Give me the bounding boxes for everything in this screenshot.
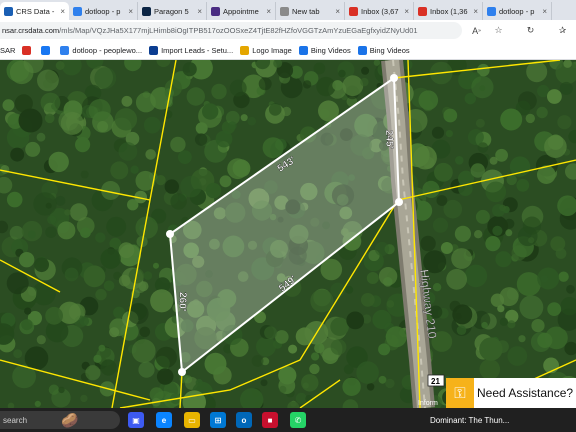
tab-label: dotloop - p bbox=[499, 6, 535, 16]
bing-icon bbox=[298, 45, 308, 55]
favorite-star-icon[interactable]: ☆ bbox=[492, 24, 505, 37]
tab-3[interactable]: Appointme × bbox=[207, 2, 276, 20]
favorites-icon[interactable]: ✰ bbox=[556, 24, 569, 37]
bookmark-4[interactable]: Import Leads - Setu... bbox=[149, 45, 234, 55]
bookmark-1[interactable] bbox=[22, 45, 34, 55]
url-path: /mls/Map/VQzJHa5X177mjLHimb8iOgITPB517oz… bbox=[59, 26, 418, 35]
bookmark-2[interactable] bbox=[41, 45, 53, 55]
url-host: nsar.crsdata.com bbox=[2, 26, 60, 35]
close-icon[interactable]: × bbox=[404, 7, 409, 16]
read-aloud-icon[interactable]: A» bbox=[470, 24, 483, 37]
tab-1[interactable]: dotloop - p × bbox=[69, 2, 138, 20]
dotloop-icon bbox=[487, 6, 496, 16]
bookmark-label: Bing Videos bbox=[310, 45, 351, 55]
tab-0[interactable]: CRS Data - × bbox=[0, 2, 69, 20]
gmail-icon bbox=[349, 6, 358, 16]
whatsapp-icon[interactable]: ✆ bbox=[290, 412, 306, 428]
url-field[interactable]: nsar.crsdata.com/mls/Map/VQzJHa5X177mjLH… bbox=[0, 22, 462, 39]
bookmark-7[interactable]: Bing Videos bbox=[357, 45, 410, 55]
bookmark-0[interactable]: SAR bbox=[0, 46, 15, 55]
newtab-icon bbox=[280, 6, 289, 16]
need-assistance-button[interactable]: ⚿ Need Assistance? bbox=[446, 378, 576, 408]
weather-widget-icon[interactable]: 🥔 bbox=[52, 412, 88, 428]
dimension-label-left: 260' bbox=[176, 292, 188, 311]
tab-2[interactable]: Paragon 5 × bbox=[138, 2, 207, 20]
close-icon[interactable]: × bbox=[542, 7, 547, 16]
gmail-icon bbox=[418, 6, 427, 16]
facebook-icon bbox=[41, 45, 51, 55]
edge-icon[interactable]: e bbox=[156, 412, 172, 428]
parcel-vertex[interactable] bbox=[178, 368, 186, 376]
bookmark-label: Logo Image bbox=[252, 45, 292, 55]
bookmark-label: Import Leads - Setu... bbox=[161, 45, 234, 55]
refresh-icon[interactable]: ↻ bbox=[524, 24, 537, 37]
route-shield: 21 bbox=[427, 374, 445, 387]
parcel-vertex[interactable] bbox=[166, 230, 174, 238]
tab-6[interactable]: Inbox (1,36 × bbox=[414, 2, 483, 20]
tab-label: Appointme bbox=[223, 6, 259, 16]
dotloop-icon bbox=[60, 45, 70, 55]
satellite-map[interactable]: 543' 245' 549' 260' Highway 210 21 Infor… bbox=[0, 60, 576, 408]
svg-text:21: 21 bbox=[431, 377, 440, 386]
close-icon[interactable]: × bbox=[128, 7, 133, 16]
bookmarks-bar: SAR dotloop - peoplewo... Import Leads - S… bbox=[0, 41, 576, 60]
close-icon[interactable]: × bbox=[266, 7, 271, 16]
map-canvas[interactable]: 543' 245' 549' 260' Highway 210 21 Infor… bbox=[0, 60, 576, 408]
task-view-icon[interactable]: ▣ bbox=[128, 412, 144, 428]
paragon-icon bbox=[142, 6, 151, 16]
tab-label: Inbox (3,67 bbox=[361, 6, 399, 16]
tab-label: New tab bbox=[292, 6, 320, 16]
crs-icon bbox=[4, 6, 13, 16]
tab-5[interactable]: Inbox (3,67 × bbox=[345, 2, 414, 20]
close-icon[interactable]: × bbox=[197, 7, 202, 16]
bookmark-6[interactable]: Bing Videos bbox=[298, 45, 351, 55]
key-icon: ⚿ bbox=[446, 378, 474, 408]
windows-taskbar: search 🥔 ▣ e ▭ ⊞ o ■ ✆ Dominant: The Thu… bbox=[0, 408, 576, 432]
address-bar: nsar.crsdata.com/mls/Map/VQzJHa5X177mjLH… bbox=[0, 20, 576, 41]
media-notification[interactable]: Dominant: The Thun... bbox=[424, 411, 576, 429]
tab-label: CRS Data - bbox=[16, 6, 55, 16]
tab-label: Paragon 5 bbox=[154, 6, 189, 16]
close-icon[interactable]: × bbox=[473, 7, 478, 16]
logo-image-icon bbox=[240, 45, 250, 55]
browser-window: CRS Data - × dotloop - p × Paragon 5 × Appoint… bbox=[0, 0, 576, 432]
taskbar-search-text: search bbox=[3, 415, 28, 425]
tab-strip: CRS Data - × dotloop - p × Paragon 5 × Appoint… bbox=[0, 0, 576, 20]
media-notification-text: Dominant: The Thun... bbox=[430, 415, 510, 425]
bookmark-3[interactable]: dotloop - peoplewo... bbox=[60, 45, 143, 55]
parcel-vertex[interactable] bbox=[390, 74, 398, 82]
bookmark-5[interactable]: Logo Image bbox=[240, 45, 292, 55]
tab-label: dotloop - p bbox=[85, 6, 121, 16]
tab-label: Inbox (1,36 bbox=[430, 6, 468, 16]
map-info-label: Inform bbox=[418, 400, 438, 407]
outlook-icon[interactable]: o bbox=[236, 412, 252, 428]
file-explorer-icon[interactable]: ▭ bbox=[184, 412, 200, 428]
parcel-vertex[interactable] bbox=[395, 198, 403, 206]
import-icon bbox=[149, 45, 159, 55]
app-icon[interactable]: ■ bbox=[262, 412, 278, 428]
need-assistance-label: Need Assistance? bbox=[477, 386, 574, 400]
bing-icon bbox=[357, 45, 367, 55]
dotloop-icon bbox=[73, 6, 82, 16]
appointment-icon bbox=[211, 6, 220, 16]
bookmark-label: Bing Videos bbox=[369, 45, 410, 55]
bookmark-label: dotloop - peoplewo... bbox=[72, 45, 143, 55]
close-icon[interactable]: × bbox=[335, 7, 340, 16]
dimension-label-right: 245' bbox=[383, 130, 395, 149]
tab-4[interactable]: New tab × bbox=[276, 2, 345, 20]
close-icon[interactable]: × bbox=[60, 7, 65, 16]
bookmark-label: SAR bbox=[0, 45, 16, 55]
gmail-icon bbox=[22, 45, 32, 55]
tab-7[interactable]: dotloop - p × bbox=[483, 2, 552, 20]
store-icon[interactable]: ⊞ bbox=[210, 412, 226, 428]
